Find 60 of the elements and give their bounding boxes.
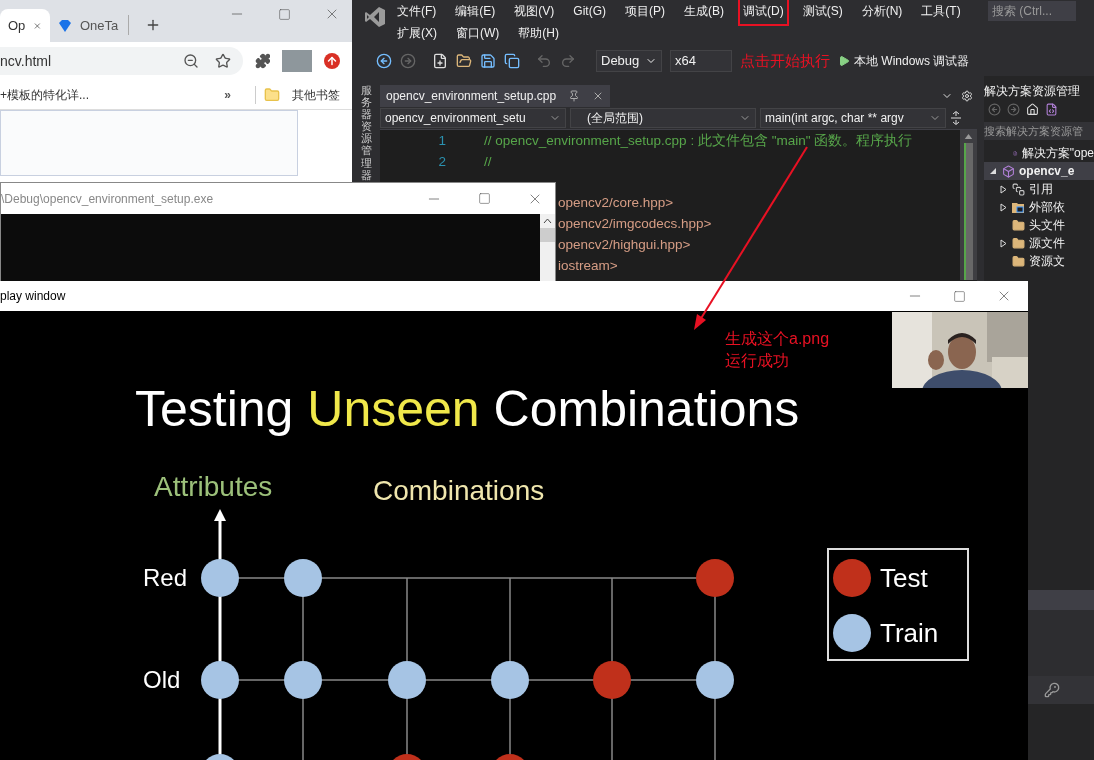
bookmark-folder[interactable]: 其他书签 [292,85,340,104]
code-line: opencv2/imgcodecs.hpp> [558,215,713,233]
tree-item[interactable]: 外部依 [984,198,1094,216]
legend-label: Test [880,563,928,593]
tree-label: 资源文 [1029,253,1065,270]
bookmark-link[interactable]: +模板的特化详... [0,85,225,104]
address-text: ncv.html [0,51,53,71]
browser-tab[interactable]: OneTa [50,9,128,42]
code-line: opencv2/core.hpp> [558,194,675,212]
navigation-dropdown[interactable]: (全局范围) [570,108,756,128]
menu-item[interactable]: 分析(N) [856,0,908,26]
legend-label: Train [880,618,939,648]
tree-item[interactable]: 解决方案"ope [984,144,1094,162]
code-line: // opencv_environment_setup.cpp : 此文件包含 "main" 函数。程序执行 [484,132,913,151]
annotation-note: 生成这个a.png 运行成功 [725,329,830,371]
slide-title: Testing Unseen Combinations [135,381,800,437]
editor-tab[interactable]: opencv_environment_setup.cpp [380,85,611,107]
tree-label: opencv_e [1019,163,1075,180]
panel-title: 解决方案资源管理 [984,83,1081,98]
slide-heading: Combinations [373,475,545,506]
code-line: opencv2/highgui.hpp> [558,236,692,254]
navigation-dropdown[interactable]: opencv_environment_setu [380,108,566,128]
search-field[interactable]: 搜索 (Ctrl... [988,1,1076,21]
browser-tab[interactable]: Op [0,9,50,42]
tree-label: 外部依 [1029,199,1065,216]
tree-item[interactable]: 头文件 [984,216,1094,234]
tree-item[interactable]: opencv_e [984,162,1094,180]
line-number: 1 [437,132,447,151]
row-label: Old [143,666,181,693]
code-line: iostream> [558,257,619,275]
start-debugging-button[interactable]: 本地 Windows 调试器 [838,52,970,70]
search-field[interactable]: 搜索解决方案资源管 [984,122,1094,140]
menu-item[interactable]: 测试(S) [797,0,848,26]
axis-label: Attributes [154,471,273,502]
address-bar[interactable]: ncv.html [0,47,243,75]
tree-item[interactable]: 源文件 [984,234,1094,252]
window-title: play window [0,288,67,305]
tab-title: OneTa [80,16,119,35]
tree-item[interactable]: 资源文 [984,252,1094,270]
tree-label: 头文件 [1029,217,1065,234]
menu-item[interactable]: 生成(B) [679,0,729,26]
more-bookmarks-button[interactable]: » [224,85,231,104]
code-line: // [484,153,492,172]
tree-label: 源文件 [1029,235,1065,252]
tab-title: Op [8,16,26,35]
annotation-note: 点击开始执行 [740,50,830,71]
navigation-dropdown[interactable]: main(int argc, char ** argv [760,108,946,128]
line-number: 2 [437,153,447,172]
menu-item[interactable]: 项目(P) [620,0,670,26]
tree-label: 引用 [1029,181,1053,198]
configuration-dropdown[interactable]: Debug [596,50,662,72]
platform-dropdown[interactable]: x64 [670,50,732,72]
menu-item[interactable]: 工具(T) [916,0,966,26]
tree-item[interactable]: 引用 [984,180,1094,198]
row-label: Red [143,564,188,591]
side-panel-tab[interactable]: 服务器资源管理器 [360,84,372,181]
tree-label: 解决方案"ope [1021,145,1094,162]
menu-item[interactable]: 调试(D) [738,0,789,26]
menu-item[interactable]: Git(G) [568,0,611,26]
window-title: \Debug\opencv_environment_setup.exe [1,190,215,208]
